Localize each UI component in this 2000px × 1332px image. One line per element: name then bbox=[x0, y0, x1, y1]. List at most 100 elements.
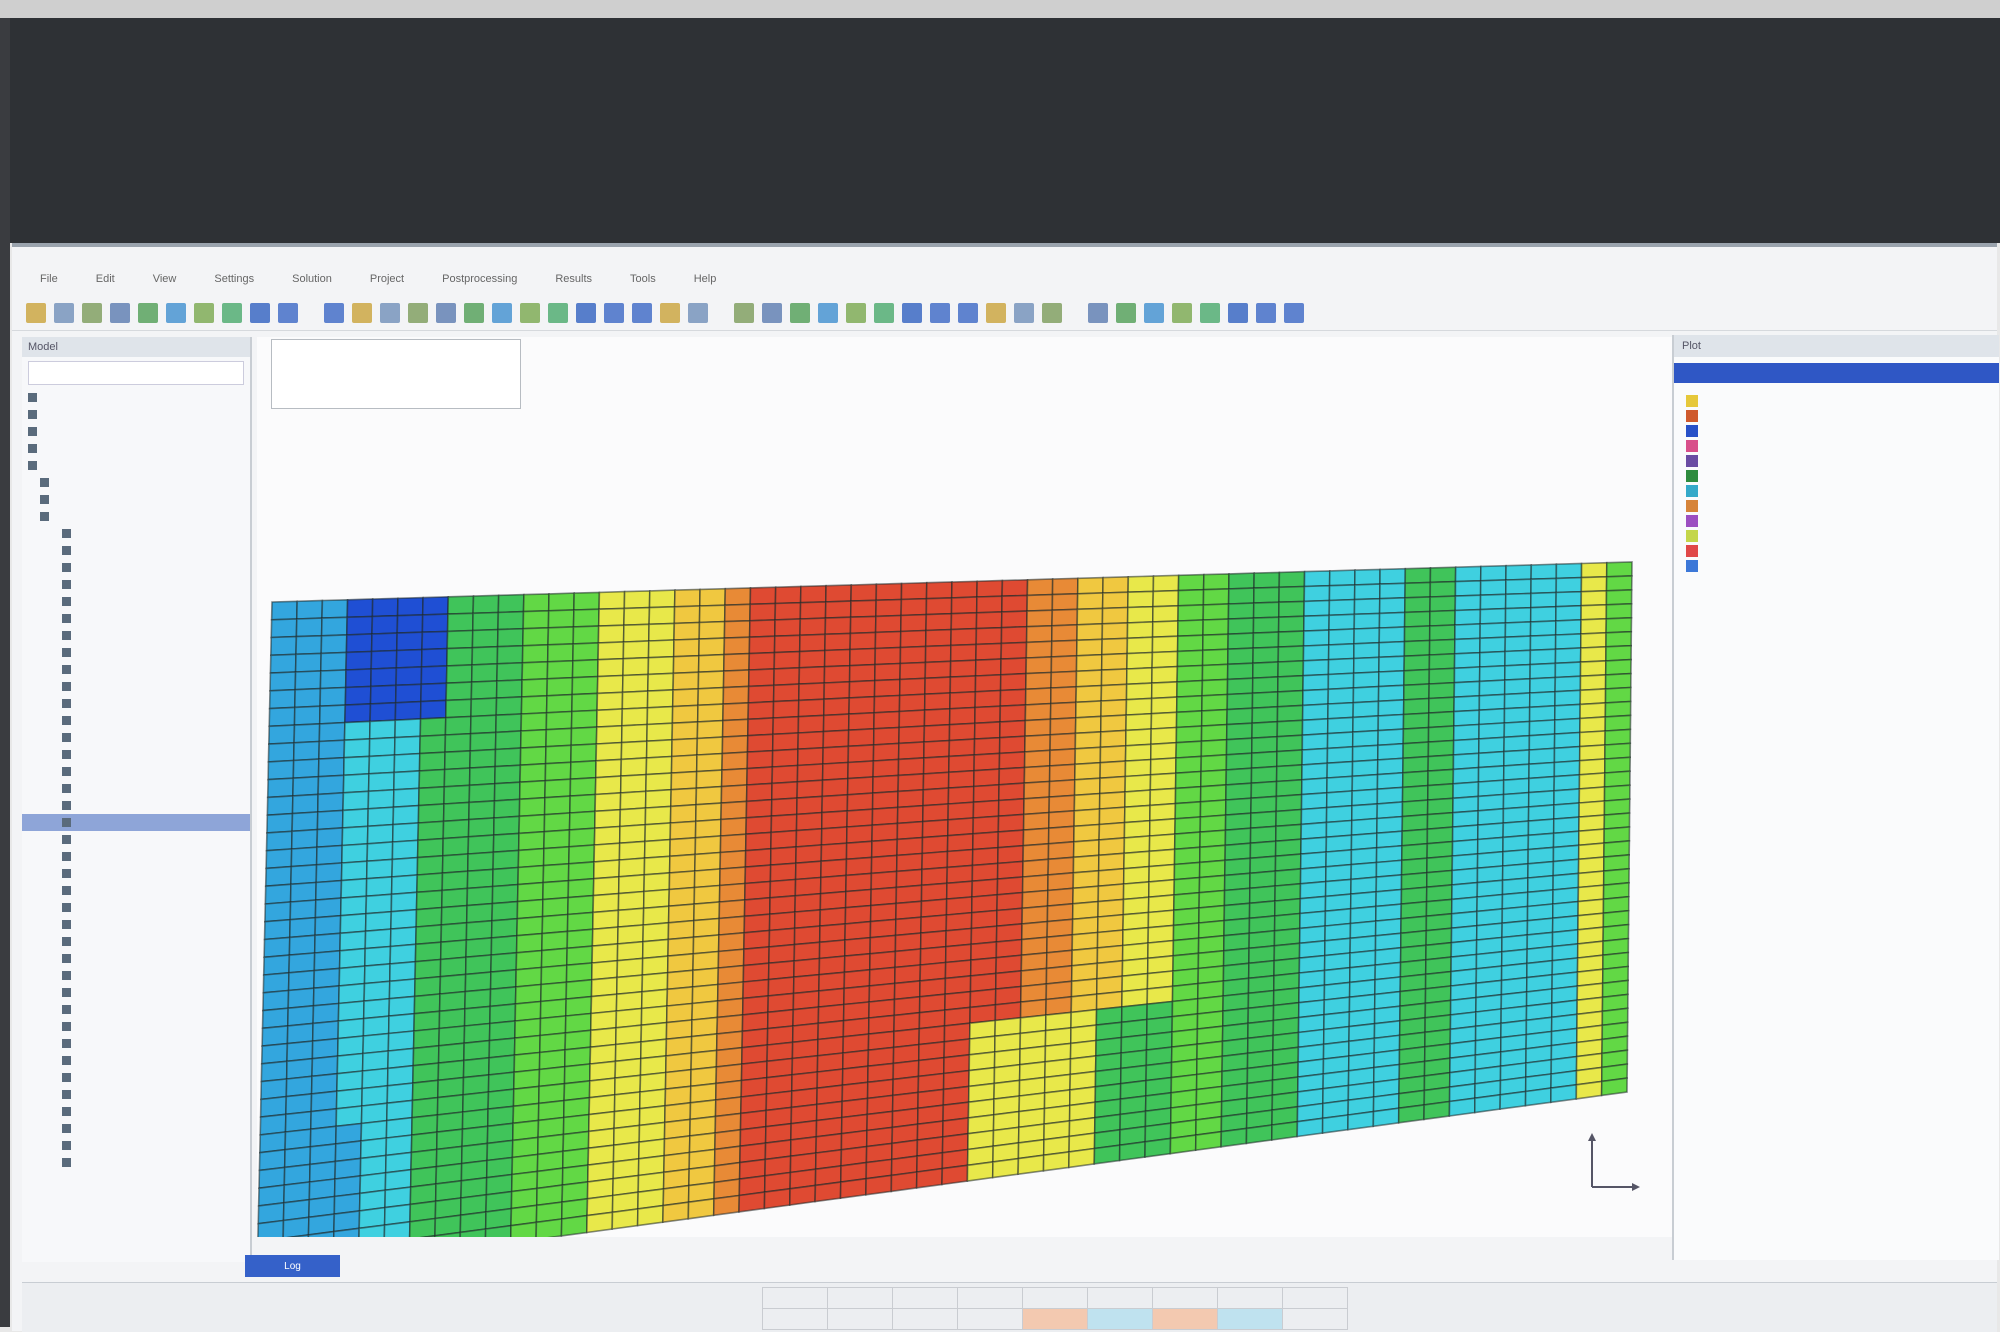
save-icon[interactable] bbox=[54, 302, 74, 323]
tree-item[interactable] bbox=[22, 644, 250, 661]
step-back-icon[interactable] bbox=[930, 302, 950, 323]
save-icon[interactable] bbox=[688, 302, 708, 323]
print-icon[interactable] bbox=[408, 302, 428, 323]
step-back-icon[interactable] bbox=[1256, 302, 1276, 323]
zoom-icon[interactable] bbox=[790, 302, 810, 323]
results-viewport[interactable] bbox=[257, 337, 1672, 1237]
rotate-icon[interactable] bbox=[818, 302, 838, 323]
menu-item[interactable]: Solution bbox=[292, 273, 332, 285]
tree-item[interactable] bbox=[22, 1154, 250, 1171]
tree-item[interactable] bbox=[22, 627, 250, 644]
zoom-icon[interactable] bbox=[138, 302, 158, 323]
tree-item[interactable] bbox=[22, 1035, 250, 1052]
play-icon[interactable] bbox=[1228, 302, 1248, 323]
tree-item[interactable] bbox=[22, 491, 250, 508]
tree-item[interactable] bbox=[22, 797, 250, 814]
tree-item[interactable] bbox=[22, 899, 250, 916]
tree-item[interactable] bbox=[22, 729, 250, 746]
results-tab[interactable] bbox=[1674, 363, 1999, 383]
step-back-icon[interactable] bbox=[604, 302, 624, 323]
tree-item[interactable] bbox=[22, 712, 250, 729]
tree-item[interactable] bbox=[22, 848, 250, 865]
tree-item[interactable] bbox=[22, 780, 250, 797]
tree-item[interactable] bbox=[22, 950, 250, 967]
step-forward-icon[interactable] bbox=[1284, 302, 1304, 323]
tree-item[interactable] bbox=[22, 967, 250, 984]
open-icon[interactable] bbox=[352, 302, 372, 323]
print-icon[interactable] bbox=[734, 302, 754, 323]
tree-item[interactable] bbox=[22, 916, 250, 933]
refresh-icon[interactable] bbox=[1200, 302, 1220, 323]
step-forward-icon[interactable] bbox=[632, 302, 652, 323]
tree-item[interactable] bbox=[22, 508, 250, 525]
log-tab[interactable]: Log bbox=[245, 1255, 340, 1277]
menu-item[interactable]: Tools bbox=[630, 273, 656, 285]
save-icon[interactable] bbox=[380, 302, 400, 323]
menu-item[interactable]: File bbox=[40, 273, 58, 285]
tree-item[interactable] bbox=[22, 831, 250, 848]
refresh-icon[interactable] bbox=[874, 302, 894, 323]
tree-item[interactable] bbox=[22, 1120, 250, 1137]
tree-item[interactable] bbox=[22, 542, 250, 559]
zoom-icon[interactable] bbox=[464, 302, 484, 323]
menu-item[interactable]: Help bbox=[694, 273, 717, 285]
tree-item[interactable] bbox=[22, 661, 250, 678]
tree-filter-input[interactable] bbox=[28, 361, 244, 385]
tree-item[interactable] bbox=[22, 695, 250, 712]
tree-item[interactable] bbox=[22, 1018, 250, 1035]
tree-item[interactable] bbox=[22, 406, 250, 423]
play-icon[interactable] bbox=[576, 302, 596, 323]
select-icon[interactable] bbox=[1088, 302, 1108, 323]
rotate-icon[interactable] bbox=[492, 302, 512, 323]
tree-item[interactable] bbox=[22, 746, 250, 763]
select-icon[interactable] bbox=[110, 302, 130, 323]
open-icon[interactable] bbox=[660, 302, 680, 323]
open-icon[interactable] bbox=[986, 302, 1006, 323]
menu-item[interactable]: View bbox=[153, 273, 177, 285]
refresh-icon[interactable] bbox=[548, 302, 568, 323]
refresh-icon[interactable] bbox=[222, 302, 242, 323]
menu-item[interactable]: Postprocessing bbox=[442, 273, 517, 285]
select-icon[interactable] bbox=[436, 302, 456, 323]
tree-item[interactable] bbox=[22, 610, 250, 627]
tree-item[interactable] bbox=[22, 865, 250, 882]
tree-item[interactable] bbox=[22, 440, 250, 457]
tree-item[interactable] bbox=[22, 423, 250, 440]
tree-item[interactable] bbox=[22, 1052, 250, 1069]
rotate-icon[interactable] bbox=[166, 302, 186, 323]
tree-item[interactable] bbox=[22, 389, 250, 406]
zoom-icon[interactable] bbox=[1116, 302, 1136, 323]
mesh-icon[interactable] bbox=[520, 302, 540, 323]
print-icon[interactable] bbox=[82, 302, 102, 323]
step-forward-icon[interactable] bbox=[958, 302, 978, 323]
step-forward-icon[interactable] bbox=[324, 302, 344, 323]
tree-item[interactable] bbox=[22, 525, 250, 542]
tree-item[interactable] bbox=[22, 678, 250, 695]
tree-item[interactable] bbox=[22, 474, 250, 491]
rotate-icon[interactable] bbox=[1144, 302, 1164, 323]
tree-item[interactable] bbox=[22, 984, 250, 1001]
menu-item[interactable]: Results bbox=[555, 273, 592, 285]
menu-item[interactable]: Project bbox=[370, 273, 404, 285]
tree-item[interactable] bbox=[22, 882, 250, 899]
tree-item[interactable] bbox=[22, 559, 250, 576]
mesh-icon[interactable] bbox=[1172, 302, 1192, 323]
tree-item[interactable] bbox=[22, 1001, 250, 1018]
mesh-icon[interactable] bbox=[194, 302, 214, 323]
step-back-icon[interactable] bbox=[278, 302, 298, 323]
heatmap-plot[interactable] bbox=[257, 337, 1672, 1237]
tree-item[interactable] bbox=[22, 457, 250, 474]
tree-item[interactable] bbox=[22, 814, 250, 831]
play-icon[interactable] bbox=[250, 302, 270, 323]
menu-item[interactable]: Settings bbox=[214, 273, 254, 285]
print-icon[interactable] bbox=[1042, 302, 1062, 323]
tree-item[interactable] bbox=[22, 1086, 250, 1103]
open-icon[interactable] bbox=[26, 302, 46, 323]
play-icon[interactable] bbox=[902, 302, 922, 323]
mesh-icon[interactable] bbox=[846, 302, 866, 323]
tree-item[interactable] bbox=[22, 1069, 250, 1086]
tree-item[interactable] bbox=[22, 933, 250, 950]
tree-item[interactable] bbox=[22, 1103, 250, 1120]
tree-item[interactable] bbox=[22, 1137, 250, 1154]
save-icon[interactable] bbox=[1014, 302, 1034, 323]
